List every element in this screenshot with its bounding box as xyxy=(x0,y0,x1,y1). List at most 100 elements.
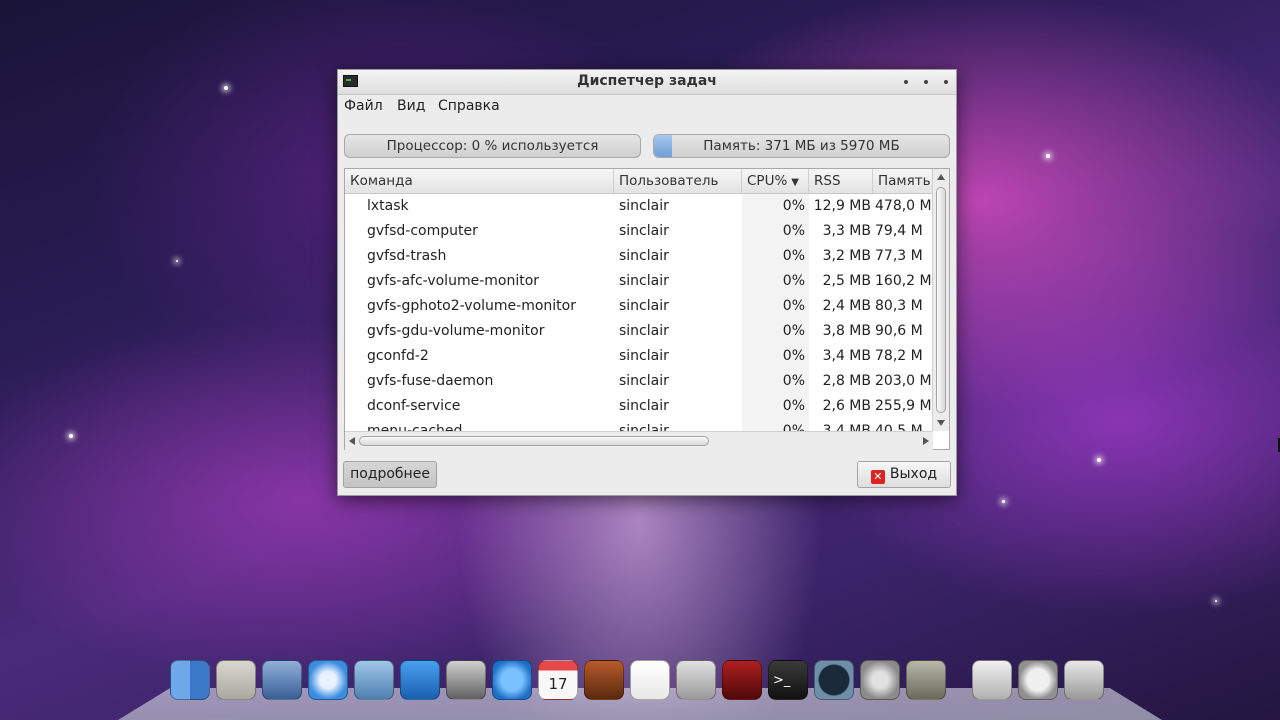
cell-memory: 77,3 M xyxy=(875,248,923,264)
vertical-scroll-thumb[interactable] xyxy=(936,187,946,413)
itunes-icon[interactable] xyxy=(492,660,532,700)
system-preferences-icon[interactable] xyxy=(860,660,900,700)
details-button[interactable]: подробнее xyxy=(343,461,437,488)
cell-memory: 40,5 M xyxy=(875,423,923,431)
column-header-command[interactable]: Команда xyxy=(345,169,614,193)
table-row[interactable]: gvfs-afc-volume-monitor sinclair 0% 2,5 MB 1… xyxy=(345,269,933,294)
cell-memory: 203,0 M xyxy=(875,373,932,389)
cell-user: sinclair xyxy=(619,223,669,239)
table-row[interactable]: lxtask sinclair 0% 12,9 MB 478,0 M xyxy=(345,194,933,219)
menu-help[interactable]: Справка xyxy=(438,98,500,114)
star xyxy=(1097,458,1101,462)
cell-user: sinclair xyxy=(619,198,669,214)
ical-icon[interactable]: 17 xyxy=(538,660,578,700)
photo-booth-icon[interactable] xyxy=(584,660,624,700)
scroll-right-arrow-icon[interactable] xyxy=(923,437,929,445)
cell-command: gconfd-2 xyxy=(367,348,429,364)
cell-user: sinclair xyxy=(619,373,669,389)
trash-icon[interactable] xyxy=(1064,660,1104,700)
cell-rss: 3,8 MB xyxy=(822,323,871,339)
cell-rss: 3,4 MB xyxy=(822,348,871,364)
cell-rss: 2,5 MB xyxy=(822,273,871,289)
cell-cpu: 0% xyxy=(782,398,805,414)
table-row[interactable]: dconf-service sinclair 0% 2,6 MB 255,9 M xyxy=(345,394,933,419)
minimize-button[interactable] xyxy=(904,80,908,84)
maximize-button[interactable] xyxy=(924,80,928,84)
cell-memory: 78,2 M xyxy=(875,348,923,364)
table-row[interactable]: gconfd-2 sinclair 0% 3,4 MB 78,2 M xyxy=(345,344,933,369)
cell-user: sinclair xyxy=(619,298,669,314)
exit-button[interactable]: ✕ Выход xyxy=(857,461,951,488)
cell-cpu: 0% xyxy=(782,373,805,389)
preview-icon[interactable] xyxy=(262,660,302,700)
cell-rss: 3,3 MB xyxy=(822,223,871,239)
cell-memory: 80,3 M xyxy=(875,298,923,314)
task-manager-window: Диспетчер задач Файл Вид Справка Процесс… xyxy=(337,69,957,496)
column-header-rss[interactable]: RSS xyxy=(809,169,873,193)
table-row[interactable]: menu-cached sinclair 0% 3,4 MB 40,5 M xyxy=(345,419,933,431)
table-row[interactable]: gvfs-fuse-daemon sinclair 0% 2,8 MB 203,0 M xyxy=(345,369,933,394)
cell-cpu: 0% xyxy=(782,223,805,239)
table-row[interactable]: gvfsd-trash sinclair 0% 3,2 MB 77,3 M xyxy=(345,244,933,269)
cell-cpu: 0% xyxy=(782,298,805,314)
cell-user: sinclair xyxy=(619,323,669,339)
column-header-user[interactable]: Пользователь xyxy=(614,169,742,193)
iphoto-icon[interactable] xyxy=(354,660,394,700)
terminal-icon[interactable]: >_ xyxy=(768,660,808,700)
cell-rss: 2,6 MB xyxy=(822,398,871,414)
horizontal-scrollbar[interactable] xyxy=(345,431,933,450)
cpu-usage-label: Процессор: 0 % используется xyxy=(386,138,599,154)
table-row[interactable]: gvfs-gphoto2-volume-monitor sinclair 0% 2,4… xyxy=(345,294,933,319)
cell-user: sinclair xyxy=(619,348,669,364)
table-row[interactable]: gvfsd-computer sinclair 0% 3,3 MB 79,4 M xyxy=(345,219,933,244)
star xyxy=(176,260,178,262)
codeweavers-icon[interactable] xyxy=(630,660,670,700)
close-button[interactable] xyxy=(944,80,948,84)
table-row[interactable]: gvfs-gdu-volume-monitor sinclair 0% 3,8 MB 9… xyxy=(345,319,933,344)
scroll-down-arrow-icon[interactable] xyxy=(937,420,945,426)
cell-cpu: 0% xyxy=(782,348,805,364)
network-utility-icon[interactable] xyxy=(1018,660,1058,700)
column-header-cpu-label: CPU% xyxy=(747,173,788,189)
headphones-icon[interactable] xyxy=(446,660,486,700)
cell-user: sinclair xyxy=(619,273,669,289)
process-table: Команда Пользователь CPU% ▼ RSS Память lx… xyxy=(344,168,950,450)
cpu-usage-bar: Процессор: 0 % используется xyxy=(344,134,641,158)
memory-usage-bar: Память: 371 МБ из 5970 МБ использовано xyxy=(653,134,950,158)
cell-user: sinclair xyxy=(619,398,669,414)
sort-descending-icon: ▼ xyxy=(791,177,799,188)
disk-utility-icon[interactable] xyxy=(972,660,1012,700)
vertical-scrollbar[interactable] xyxy=(932,169,949,431)
cell-rss: 2,4 MB xyxy=(822,298,871,314)
star xyxy=(224,86,228,90)
scroll-left-arrow-icon[interactable] xyxy=(349,437,355,445)
cell-memory: 79,4 M xyxy=(875,223,923,239)
column-header-memory[interactable]: Память xyxy=(873,169,933,193)
safari-icon[interactable] xyxy=(308,660,348,700)
memory-usage-fill xyxy=(654,135,673,157)
cell-command: gvfs-afc-volume-monitor xyxy=(367,273,540,289)
activity-monitor-icon[interactable] xyxy=(814,660,854,700)
star xyxy=(1215,600,1217,602)
calculator-icon[interactable] xyxy=(216,660,256,700)
column-header-cpu[interactable]: CPU% ▼ xyxy=(742,169,809,193)
cell-command: lxtask xyxy=(367,198,409,214)
finder-icon[interactable] xyxy=(170,660,210,700)
title-bar[interactable]: Диспетчер задач xyxy=(338,70,956,95)
scroll-up-arrow-icon[interactable] xyxy=(937,174,945,180)
process-table-viewport: Команда Пользователь CPU% ▼ RSS Память lx… xyxy=(345,169,933,431)
app-installer-icon[interactable] xyxy=(676,660,716,700)
menu-view[interactable]: Вид xyxy=(397,98,425,114)
cell-command: gvfs-fuse-daemon xyxy=(367,373,494,389)
imovie-icon[interactable] xyxy=(400,660,440,700)
window-title: Диспетчер задач xyxy=(577,73,717,89)
star xyxy=(1002,500,1005,503)
cell-rss: 3,4 MB xyxy=(822,423,871,431)
photo-slideshow-icon[interactable] xyxy=(722,660,762,700)
cell-command: gvfsd-trash xyxy=(367,248,447,264)
cell-memory: 160,2 M xyxy=(875,273,932,289)
horizontal-scroll-thumb[interactable] xyxy=(359,436,709,446)
cell-memory: 90,6 M xyxy=(875,323,923,339)
chip-utility-icon[interactable] xyxy=(906,660,946,700)
menu-file[interactable]: Файл xyxy=(344,98,383,114)
